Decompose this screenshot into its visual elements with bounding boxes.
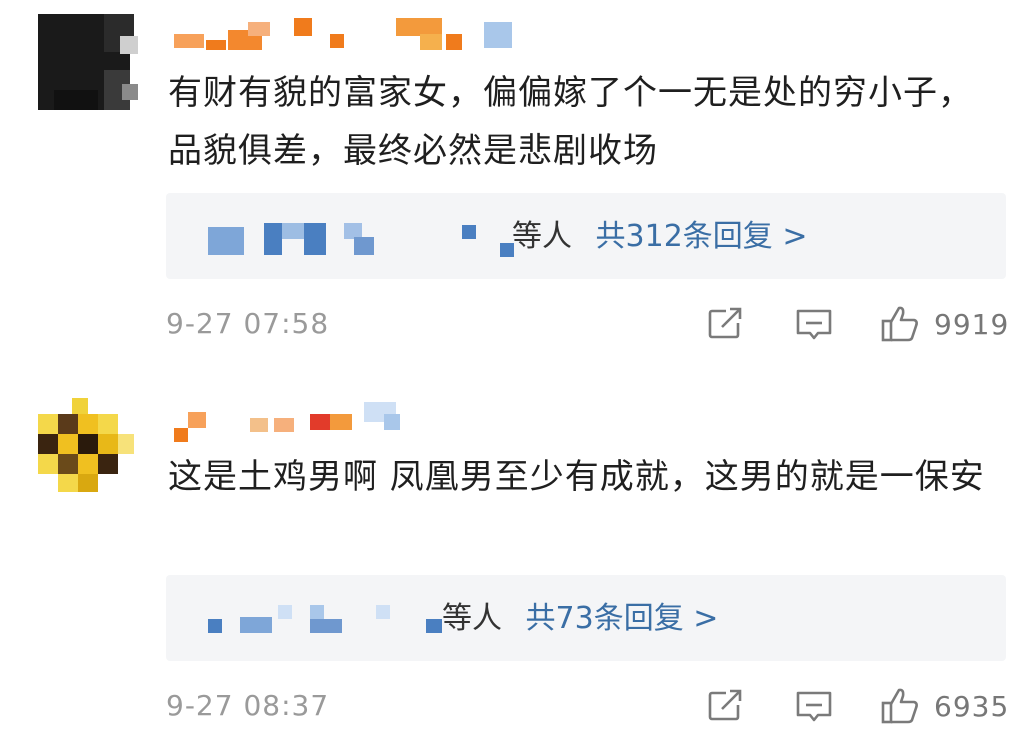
share-icon <box>708 307 742 339</box>
comment-text: 这是土鸡男啊 凤凰男至少有成就，这男的就是一保安 <box>168 457 985 497</box>
like-button[interactable]: 9919 <box>880 304 1009 344</box>
reply-suffix: 等人 <box>442 601 502 636</box>
comment-button[interactable] <box>794 686 834 726</box>
like-count: 6935 <box>934 689 1010 723</box>
like-count: 9919 <box>934 307 1010 341</box>
comment-button[interactable] <box>794 304 834 344</box>
username-mosaic[interactable] <box>170 402 410 442</box>
view-replies-link[interactable]: 共73条回复 > <box>526 601 719 636</box>
reply-preview[interactable]: 等人 共312条回复 > <box>166 193 1006 279</box>
like-button[interactable]: 6935 <box>880 686 1009 726</box>
username-mosaic[interactable] <box>170 14 530 54</box>
reply-suffix: 等人 <box>512 219 572 254</box>
share-icon <box>708 689 742 721</box>
reply-summary: 等人 共73条回复 > <box>442 597 718 641</box>
comment-item: 有财有貌的富家女，偏偏嫁了个一无是处的穷小子，品貌俱差，最终必然是悲剧收场 等人… <box>0 0 1016 372</box>
thumbs-up-icon <box>881 306 918 342</box>
avatar[interactable] <box>34 392 138 496</box>
share-button[interactable] <box>706 686 744 726</box>
timestamp: 9-27 08:37 <box>166 689 330 722</box>
timestamp: 9-27 07:58 <box>166 307 330 340</box>
comment-icon <box>796 691 832 722</box>
comment-meta: 9-27 08:37 6935 <box>166 686 1009 726</box>
reply-user-mosaic <box>204 215 514 259</box>
comment-icon <box>796 309 832 340</box>
thumbs-up-icon <box>881 688 918 724</box>
view-replies-link[interactable]: 共312条回复 > <box>596 219 808 254</box>
avatar[interactable] <box>34 10 138 114</box>
reply-user-mosaic <box>204 597 444 641</box>
comment-item: 这是土鸡男啊 凤凰男至少有成就，这男的就是一保安 等人 共73条回复 > 9-2… <box>0 372 1016 744</box>
reply-preview[interactable]: 等人 共73条回复 > <box>166 575 1006 661</box>
share-button[interactable] <box>706 304 744 344</box>
reply-summary: 等人 共312条回复 > <box>512 215 807 259</box>
comment-meta: 9-27 07:58 9919 <box>166 304 1009 344</box>
comment-text: 有财有貌的富家女，偏偏嫁了个一无是处的穷小子，品貌俱差，最终必然是悲剧收场 <box>168 73 973 171</box>
